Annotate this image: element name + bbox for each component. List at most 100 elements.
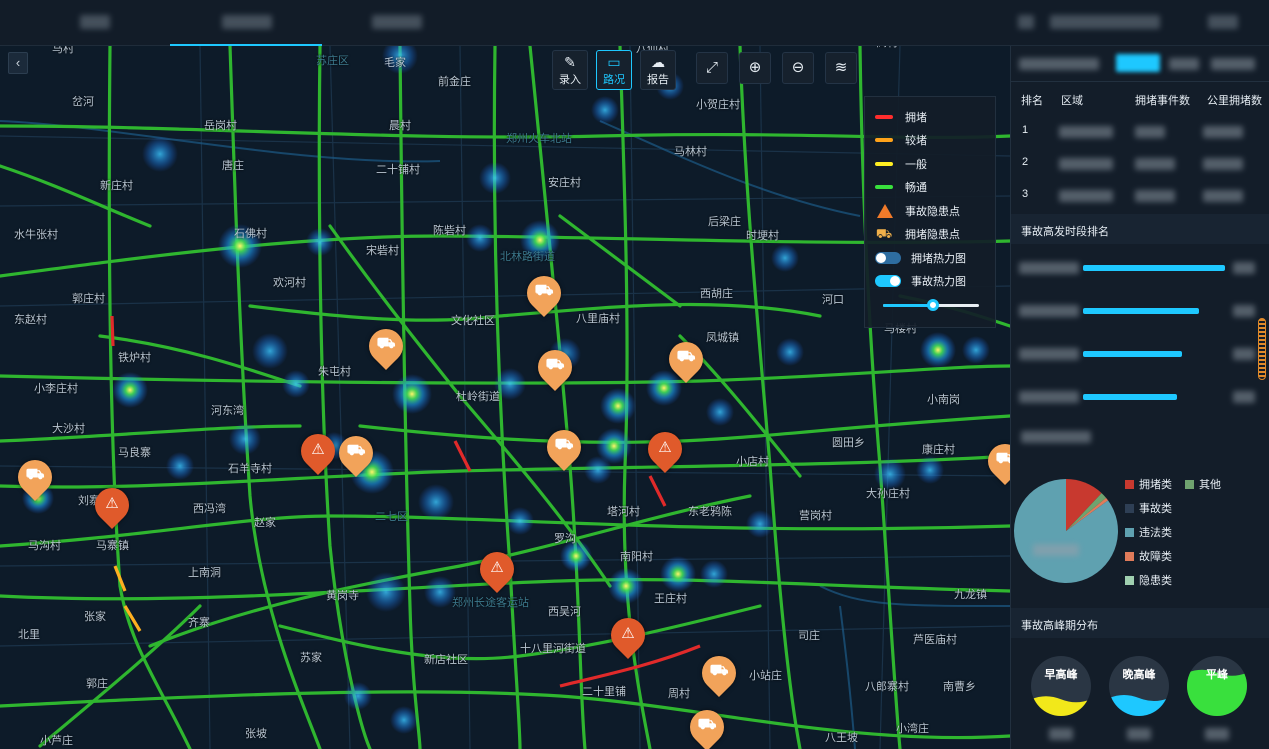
- wave-fill: [1109, 695, 1169, 716]
- traffic-map[interactable]: 马村 苏庄区 毛家 八仙村 高村 前金庄 岔河 岳岗村 小贺庄村 郑州火车北站 …: [0, 46, 1010, 749]
- place-label: 营岗村: [799, 510, 832, 522]
- traffic-monitor-app: 马村 苏庄区 毛家 八仙村 高村 前金庄 岔河 岳岗村 小贺庄村 郑州火车北站 …: [0, 0, 1269, 749]
- slider-fill: [883, 304, 933, 307]
- place-label: 晨村: [389, 120, 411, 132]
- pie-legend-item: 隐患类: [1125, 572, 1172, 588]
- congestion-hazard-marker[interactable]: ⛟: [331, 428, 381, 478]
- legend-heavy: 较堵: [875, 129, 985, 153]
- accident-hazard-marker[interactable]: ⚠: [640, 424, 690, 474]
- accident-heatmap-toggle[interactable]: [875, 275, 901, 288]
- place-label: 安庄村: [548, 177, 581, 189]
- road-icon: ▭: [607, 54, 621, 70]
- place-label: 前金庄: [438, 76, 471, 88]
- place-label: 东老鸦陈: [688, 506, 732, 518]
- place-label: 马林村: [674, 146, 707, 158]
- top-navigation-bar: [0, 0, 1269, 46]
- place-label: 小店村: [736, 456, 769, 468]
- place-label: 毛家: [384, 57, 406, 69]
- blurred-cell: [1135, 126, 1165, 138]
- table-row[interactable]: 3: [1011, 184, 1269, 206]
- report-button[interactable]: ☁ 报告: [640, 50, 676, 90]
- congestion-hazard-marker[interactable]: ⛟: [530, 342, 580, 392]
- place-label: 高村: [876, 46, 898, 50]
- legend-swatch: [1185, 479, 1194, 489]
- place-label: 八郎寨村: [865, 681, 909, 693]
- place-label: 二七区: [375, 511, 408, 523]
- pie-legend-item: 违法类: [1125, 524, 1172, 540]
- nav-tab-blurred-1[interactable]: [80, 15, 110, 29]
- gauge-wave-fill: [1187, 669, 1247, 716]
- congestion-hazard-marker[interactable]: ⛟: [519, 268, 569, 318]
- congestion-hazard-marker[interactable]: ⛟: [10, 452, 60, 502]
- table-row[interactable]: 2: [1011, 152, 1269, 174]
- blurred-cell: [1203, 190, 1243, 202]
- panel-tab-blurred[interactable]: [1169, 58, 1199, 70]
- congestion-heatmap-toggle-row[interactable]: 拥堵热力图: [875, 246, 985, 270]
- panel-tab-active[interactable]: [1116, 54, 1160, 72]
- road-condition-button[interactable]: ▭ 路况: [596, 50, 632, 90]
- place-label: 芦医庙村: [913, 634, 957, 646]
- gauge-label: 晚高峰: [1122, 669, 1156, 681]
- place-label: 宋砦村: [366, 245, 399, 257]
- pencil-icon: ✎: [564, 54, 576, 70]
- legend-label: 较堵: [905, 135, 927, 148]
- place-label: 铁炉村: [118, 352, 151, 364]
- congestion-hazard-marker[interactable]: ⛟: [361, 321, 411, 371]
- place-label: 赵家: [254, 517, 276, 529]
- accident-hazard-marker[interactable]: ⚠: [472, 544, 522, 594]
- place-label: 小站庄: [749, 670, 782, 682]
- legend-label: 事故隐患点: [905, 205, 960, 218]
- place-label: 南阳村: [620, 551, 653, 563]
- place-label: 东赵村: [14, 314, 47, 326]
- entry-button[interactable]: ✎ 录入: [552, 50, 588, 90]
- congestion-car-icon: ⛟: [875, 226, 893, 242]
- slider-handle[interactable]: [927, 299, 939, 311]
- time-bar-row: [1011, 258, 1269, 278]
- place-label: 塔河村: [607, 506, 640, 518]
- congestion-hazard-marker[interactable]: ⛟: [682, 702, 732, 749]
- statistics-panel: 排名 区域 拥堵事件数 公里拥堵数 1 2 3 事故高发时段排名 拥堵类 其他 …: [1010, 46, 1269, 749]
- accident-heatmap-toggle-row[interactable]: 事故热力图: [875, 270, 985, 294]
- zoom-in-icon: ⊕: [748, 59, 762, 76]
- nav-tab-blurred-3[interactable]: [372, 15, 422, 29]
- accident-hazard-marker[interactable]: ⚠: [87, 480, 137, 530]
- congestion-heatmap-toggle[interactable]: [875, 251, 901, 264]
- place-label: 岳岗村: [204, 120, 237, 132]
- time-value-blurred: [1233, 348, 1255, 360]
- accident-hazard-marker[interactable]: ⚠: [603, 610, 653, 660]
- car-icon: ⛟: [376, 335, 396, 352]
- fullscreen-button[interactable]: ⤢: [696, 52, 728, 84]
- place-label: 南曹乡: [943, 681, 976, 693]
- congestion-hazard-marker[interactable]: ⛟: [980, 436, 1010, 486]
- header-info-blurred-3: [1208, 15, 1238, 29]
- panel-tab-blurred[interactable]: [1211, 58, 1255, 70]
- orange-line-swatch: [875, 138, 893, 143]
- legend-normal: 一般: [875, 152, 985, 176]
- blurred-cell: [1135, 158, 1175, 170]
- heatmap-opacity-slider[interactable]: [875, 295, 985, 315]
- time-label-blurred: [1019, 305, 1079, 317]
- layers-button[interactable]: ≋: [825, 52, 857, 84]
- table-row[interactable]: 1: [1011, 120, 1269, 142]
- congestion-hazard-marker[interactable]: ⛟: [661, 334, 711, 384]
- col-km-jams: 公里拥堵数: [1207, 95, 1262, 107]
- blurred-cell: [1059, 126, 1113, 138]
- congestion-hazard-marker[interactable]: ⛟: [694, 648, 744, 698]
- zoom-in-button[interactable]: ⊕: [739, 52, 771, 84]
- expand-icon: ⤢: [705, 59, 718, 76]
- place-label: 苏家: [300, 652, 322, 664]
- place-label: 圆田乡: [832, 437, 865, 449]
- nav-tab-blurred-2[interactable]: [222, 15, 272, 29]
- off-peak-gauge: 平峰: [1187, 656, 1247, 716]
- panel-scrollbar[interactable]: [1258, 318, 1266, 380]
- zoom-out-button[interactable]: ⊖: [782, 52, 814, 84]
- panel-tab-blurred[interactable]: [1019, 58, 1099, 70]
- warning-icon: ⚠: [490, 559, 504, 576]
- warning-icon: ⚠: [621, 625, 635, 642]
- place-label: 朱屯村: [318, 366, 351, 378]
- legend-label: 畅通: [905, 182, 927, 195]
- collapse-arrow-button[interactable]: ‹: [8, 52, 28, 74]
- congestion-hazard-marker[interactable]: ⛟: [539, 422, 589, 472]
- col-rank: 排名: [1021, 95, 1043, 107]
- accident-hazard-marker[interactable]: ⚠: [293, 426, 343, 476]
